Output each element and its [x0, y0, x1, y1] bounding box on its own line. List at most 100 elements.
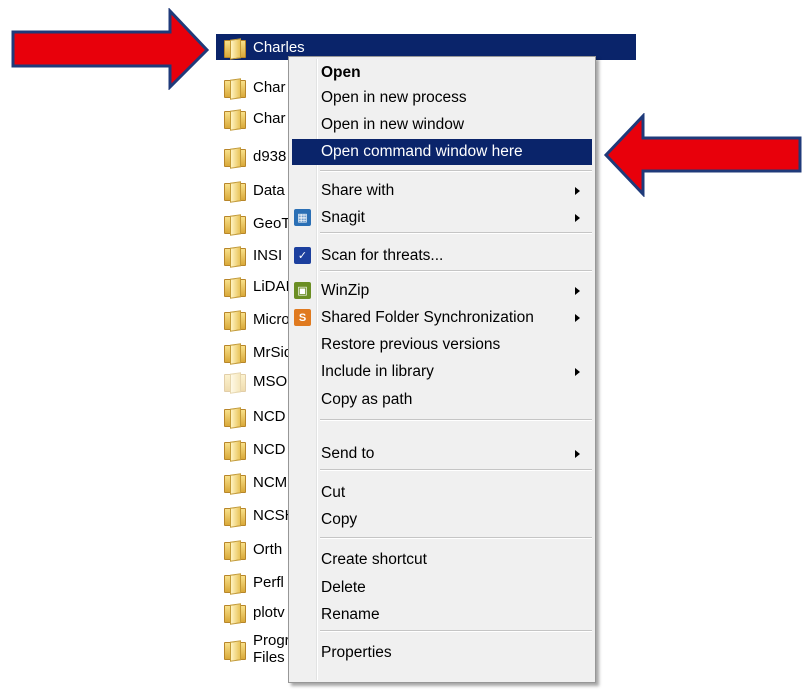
file-list-item[interactable]: d938	[216, 143, 296, 169]
menu-item-create-shortcut[interactable]: Create shortcut	[292, 547, 592, 573]
file-list-item[interactable]: MrSid	[216, 339, 296, 365]
menu-separator	[320, 537, 592, 539]
menu-item-label: Snagit	[321, 209, 365, 226]
menu-item-label: Restore previous versions	[321, 336, 501, 353]
file-name: INSI	[253, 246, 283, 264]
menu-item-cut[interactable]: Cut	[292, 480, 592, 506]
right-red-arrow-annotation	[603, 113, 802, 197]
menu-item-label: Open in new window	[321, 116, 465, 133]
file-list-item[interactable]: Program Files	[216, 632, 311, 666]
file-list-item[interactable]: Perfl	[216, 569, 296, 595]
file-list-item[interactable]: MSO	[216, 368, 296, 394]
menu-item-winzip[interactable]: ▣ WinZip	[292, 278, 592, 304]
menu-item-copy-as-path[interactable]: Copy as path	[292, 387, 592, 413]
file-list-item[interactable]: plotv	[216, 599, 296, 625]
file-name: LiDAI	[253, 277, 290, 295]
menu-separator	[320, 419, 592, 421]
submenu-arrow-icon	[575, 187, 580, 195]
file-list-item[interactable]: Orth	[216, 536, 296, 562]
menu-item-open-new-process[interactable]: Open in new process	[292, 85, 592, 111]
file-list-item[interactable]: GeoT	[216, 210, 296, 236]
menu-item-label: Shared Folder Synchronization	[321, 309, 534, 326]
menu-item-open[interactable]: Open	[292, 60, 592, 86]
folder-icon	[224, 180, 246, 203]
file-list-item[interactable]: Micro	[216, 306, 296, 332]
file-list-item[interactable]: NCD	[216, 436, 296, 462]
menu-item-label: Cut	[321, 484, 346, 501]
explorer-file-pane: Charles Char Char d938 Data GeoT INSI LiDAI Micr…	[0, 0, 804, 698]
file-list-item[interactable]: Data	[216, 177, 296, 203]
menu-item-label: Copy as path	[321, 391, 413, 408]
file-name: Micro	[253, 310, 290, 328]
file-name: MSO	[253, 372, 288, 390]
menu-separator	[320, 630, 592, 632]
folder-icon	[224, 639, 246, 662]
folder-icon	[224, 309, 246, 332]
menu-item-rename[interactable]: Rename	[292, 602, 592, 628]
file-name: Char	[253, 78, 286, 96]
file-list-item[interactable]: NCSH	[216, 502, 296, 528]
folder-icon	[224, 572, 246, 595]
menu-item-open-command-window[interactable]: Open command window here	[292, 139, 592, 165]
file-list-item[interactable]: NCM	[216, 469, 296, 495]
file-list-item[interactable]: LiDAI	[216, 273, 296, 299]
left-red-arrow-annotation	[11, 8, 210, 90]
menu-separator	[320, 232, 592, 234]
file-list-item[interactable]: Char	[216, 105, 296, 131]
menu-item-properties[interactable]: Properties	[292, 640, 592, 666]
menu-item-label: Send to	[321, 445, 375, 462]
folder-icon	[224, 371, 246, 394]
folder-icon	[224, 439, 246, 462]
menu-item-shared-folder-sync[interactable]: S Shared Folder Synchronization	[292, 305, 592, 331]
menu-item-scan-threats[interactable]: ✓ Scan for threats...	[292, 243, 592, 269]
menu-item-label: Rename	[321, 606, 380, 623]
file-list-item[interactable]: INSI	[216, 242, 296, 268]
folder-icon	[224, 505, 246, 528]
menu-item-restore-versions[interactable]: Restore previous versions	[292, 332, 592, 358]
file-name: NCM	[253, 473, 288, 491]
submenu-arrow-icon	[575, 450, 580, 458]
file-list-item[interactable]: Char	[216, 74, 296, 100]
menu-item-copy[interactable]: Copy	[292, 507, 592, 533]
menu-item-include-library[interactable]: Include in library	[292, 359, 592, 385]
menu-item-label: Include in library	[321, 363, 434, 380]
left-arrow-shape	[11, 8, 210, 90]
menu-item-label: Open in new process	[321, 89, 467, 106]
menu-item-label: Open	[321, 64, 361, 81]
file-name: NCD	[253, 407, 286, 425]
menu-item-send-to[interactable]: Send to	[292, 441, 592, 467]
file-name: Char	[253, 109, 286, 127]
menu-item-label: Delete	[321, 579, 366, 596]
menu-item-delete[interactable]: Delete	[292, 575, 592, 601]
menu-separator	[320, 469, 592, 471]
file-name: Data	[253, 181, 285, 199]
snagit-icon: ▦	[294, 209, 311, 226]
menu-item-label: Scan for threats...	[321, 247, 444, 264]
menu-separator	[320, 270, 592, 272]
file-name: Charles	[253, 38, 305, 56]
menu-item-label: Share with	[321, 182, 395, 199]
folder-icon	[224, 108, 246, 131]
menu-item-label: Properties	[321, 644, 392, 661]
file-name: Orth	[253, 540, 283, 558]
folder-icon	[224, 146, 246, 169]
file-name: Perfl	[253, 573, 284, 591]
folder-icon	[224, 539, 246, 562]
menu-separator	[320, 170, 592, 172]
file-name: NCD	[253, 440, 286, 458]
menu-item-snagit[interactable]: ▦ Snagit	[292, 205, 592, 231]
menu-item-open-new-window[interactable]: Open in new window	[292, 112, 592, 138]
file-list-item[interactable]: NCD	[216, 403, 296, 429]
file-name: MrSid	[253, 343, 293, 361]
file-name: GeoT	[253, 214, 291, 232]
folder-icon	[224, 37, 246, 60]
folder-icon	[224, 406, 246, 429]
menu-item-share-with[interactable]: Share with	[292, 178, 592, 204]
submenu-arrow-icon	[575, 368, 580, 376]
winzip-icon: ▣	[294, 282, 311, 299]
folder-icon	[224, 342, 246, 365]
submenu-arrow-icon	[575, 314, 580, 322]
menu-item-label: WinZip	[321, 282, 370, 299]
folder-icon	[224, 77, 246, 100]
folder-icon	[224, 602, 246, 625]
